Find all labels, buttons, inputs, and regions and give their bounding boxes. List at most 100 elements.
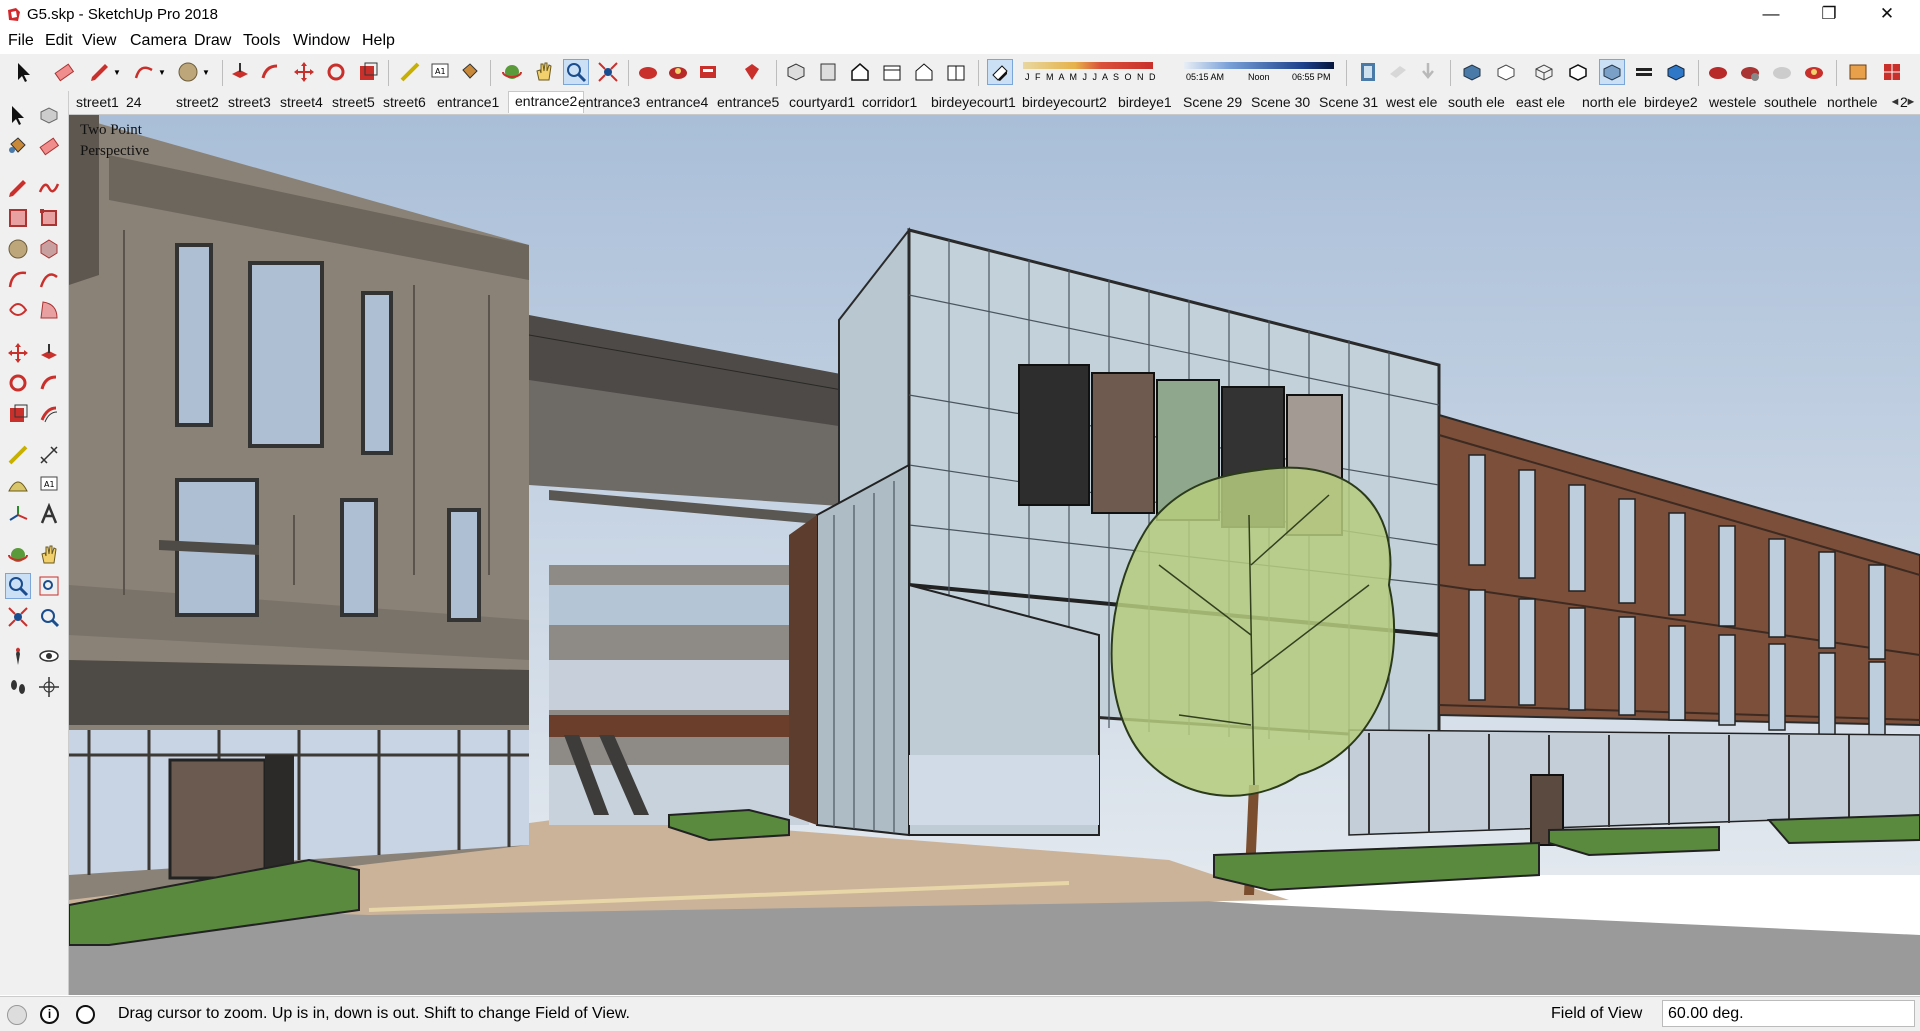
scroll-left-icon[interactable]: ◄	[1888, 93, 1902, 111]
iso-view-icon[interactable]	[784, 60, 808, 84]
scene-tab[interactable]: courtyard1	[789, 94, 855, 110]
menu-view[interactable]: View	[82, 32, 116, 50]
left-view-icon[interactable]	[944, 60, 968, 84]
scene-tab[interactable]: birdeye1	[1118, 94, 1172, 110]
select-arrow-icon[interactable]	[6, 103, 30, 127]
scene-tab[interactable]: 24	[126, 94, 142, 110]
text-tool-icon[interactable]: A1	[428, 60, 452, 84]
scene-tab[interactable]: birdeye2	[1644, 94, 1698, 110]
dimension-icon[interactable]	[37, 443, 61, 467]
minimize-button[interactable]: —	[1748, 0, 1794, 30]
rotated-rectangle-icon[interactable]	[37, 206, 61, 230]
scene-tab[interactable]: south ele	[1448, 94, 1505, 110]
extension-warehouse-icon[interactable]	[696, 60, 720, 84]
scene-tab[interactable]: west ele	[1386, 94, 1437, 110]
scene-tab[interactable]: entrance5	[717, 94, 779, 110]
chevron-down-icon[interactable]: ▼	[202, 68, 210, 77]
shadow-time-slider[interactable]: 05:15 AM Noon 06:55 PM	[1184, 58, 1334, 88]
circle-tool-icon[interactable]	[176, 60, 200, 84]
measurement-input[interactable]: 60.00 deg.	[1662, 1000, 1915, 1027]
eraser-icon[interactable]	[37, 134, 61, 158]
scene-tab[interactable]: street5	[332, 94, 375, 110]
walk-footprints-icon[interactable]	[6, 675, 30, 699]
scene-tab[interactable]: east ele	[1516, 94, 1565, 110]
scene-tab[interactable]: birdeyecourt1	[931, 94, 1016, 110]
geolocation-icon[interactable]	[7, 1005, 27, 1025]
axes-tool-icon[interactable]	[6, 503, 30, 527]
back-edges-style-icon[interactable]	[1494, 60, 1518, 84]
scene-tab[interactable]: northele	[1827, 94, 1878, 110]
arc-tool-icon[interactable]	[6, 267, 30, 291]
scale-icon[interactable]	[356, 60, 380, 84]
user-account-icon[interactable]	[76, 1005, 95, 1024]
scene-tab[interactable]: Scene 29	[1183, 94, 1242, 110]
scene-tab[interactable]: north ele	[1582, 94, 1636, 110]
position-camera-icon[interactable]	[6, 644, 30, 668]
modeling-viewport[interactable]	[69, 115, 1920, 995]
protractor-icon[interactable]	[6, 473, 30, 497]
section-cut-icon[interactable]	[1416, 60, 1440, 84]
circle-tool-icon[interactable]	[6, 237, 30, 261]
offset-icon[interactable]	[37, 402, 61, 426]
model-info-icon[interactable]	[1738, 60, 1762, 84]
right-view-icon[interactable]	[880, 60, 904, 84]
scene-tab[interactable]: entrance2	[508, 91, 585, 113]
menu-draw[interactable]: Draw	[194, 32, 231, 50]
maximize-button[interactable]: ❐	[1806, 0, 1852, 30]
chevron-down-icon[interactable]: ▼	[113, 68, 121, 77]
previous-view-icon[interactable]	[37, 605, 61, 629]
section-display-icon[interactable]	[1386, 60, 1410, 84]
move-icon[interactable]	[6, 341, 30, 365]
front-view-icon[interactable]	[848, 60, 872, 84]
shadows-toggle-icon[interactable]	[987, 59, 1013, 85]
pie-tool-icon[interactable]	[37, 298, 61, 322]
paint-bucket-icon[interactable]	[6, 134, 30, 158]
three-point-arc-icon[interactable]	[6, 298, 30, 322]
chevron-down-icon[interactable]: ▼	[158, 68, 166, 77]
scene-tab[interactable]: street2	[176, 94, 219, 110]
menu-edit[interactable]: Edit	[45, 32, 73, 50]
layout-send-icon[interactable]	[1846, 60, 1870, 84]
scale-icon[interactable]	[6, 402, 30, 426]
scene-tab[interactable]: corridor1	[862, 94, 917, 110]
follow-me-icon[interactable]	[37, 371, 61, 395]
component-share-icon[interactable]	[666, 60, 690, 84]
scene-tab[interactable]: street3	[228, 94, 271, 110]
wireframe-style-icon[interactable]	[1532, 60, 1556, 84]
scene-manager-icon[interactable]	[1802, 60, 1826, 84]
pan-hand-icon[interactable]	[37, 543, 61, 567]
style-builder-icon[interactable]	[1880, 60, 1904, 84]
text-tool-icon[interactable]: A1	[37, 473, 61, 497]
menu-tools[interactable]: Tools	[243, 32, 280, 50]
scene-tab[interactable]: birdeyecourt2	[1022, 94, 1107, 110]
rotate-icon[interactable]	[324, 60, 348, 84]
scene-tab[interactable]: Scene 30	[1251, 94, 1310, 110]
zoom-extents-icon[interactable]	[596, 60, 620, 84]
menu-file[interactable]: File	[8, 32, 34, 50]
look-around-eye-icon[interactable]	[37, 644, 61, 668]
xray-style-icon[interactable]	[1460, 60, 1484, 84]
tape-measure-icon[interactable]	[6, 443, 30, 467]
menu-camera[interactable]: Camera	[130, 32, 187, 50]
orbit-icon[interactable]	[500, 60, 524, 84]
shadow-month-slider[interactable]: J F M A M J J A S O N D	[1023, 58, 1156, 88]
pencil-line-icon[interactable]	[88, 60, 112, 84]
zoom-extents-icon[interactable]	[6, 605, 30, 629]
scene-tab[interactable]: entrance3	[578, 94, 640, 110]
push-pull-icon[interactable]	[228, 60, 252, 84]
layer-manager-icon[interactable]	[1770, 60, 1794, 84]
polygon-tool-icon[interactable]	[37, 237, 61, 261]
menu-window[interactable]: Window	[293, 32, 350, 50]
rotate-icon[interactable]	[6, 371, 30, 395]
credits-info-icon[interactable]: i	[40, 1005, 59, 1024]
arc-tool-icon[interactable]	[132, 60, 156, 84]
monochrome-style-icon[interactable]	[1664, 60, 1688, 84]
push-pull-icon[interactable]	[37, 341, 61, 365]
scene-tab[interactable]: entrance1	[437, 94, 499, 110]
scene-tab[interactable]: street1	[76, 94, 119, 110]
zoom-window-icon[interactable]	[37, 574, 61, 598]
back-view-icon[interactable]	[912, 60, 936, 84]
rectangle-icon[interactable]	[6, 206, 30, 230]
eraser-icon[interactable]	[52, 60, 76, 84]
two-point-arc-icon[interactable]	[37, 267, 61, 291]
